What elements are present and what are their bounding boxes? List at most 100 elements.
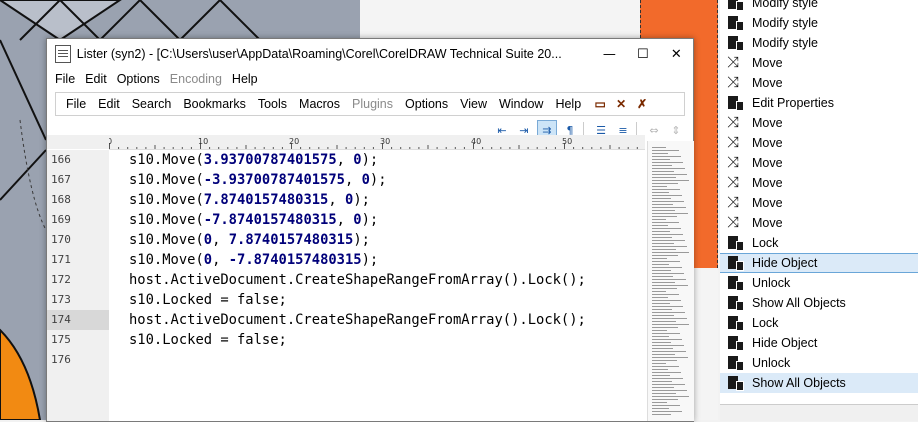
doc-icon bbox=[727, 355, 744, 371]
minimap-line bbox=[652, 372, 681, 373]
minimap-line bbox=[652, 276, 673, 277]
menu-edit[interactable]: Edit bbox=[80, 72, 112, 86]
history-item[interactable]: Show All Objects bbox=[720, 373, 918, 393]
restore-window-icon[interactable]: ▭ bbox=[592, 96, 608, 112]
history-item[interactable]: Lock bbox=[720, 313, 918, 333]
code-area[interactable]: s10.Move(3.93700787401575, 0); s10.Move(-… bbox=[109, 150, 647, 421]
history-item[interactable]: Modify style bbox=[720, 0, 918, 13]
history-item[interactable]: Unlock bbox=[720, 273, 918, 293]
code-line[interactable]: s10.Move(-7.8740157480315, 0); bbox=[129, 210, 378, 230]
move-icon: ⤨ bbox=[727, 173, 740, 191]
title-bar[interactable]: Lister (syn2) - [C:\Users\user\AppData\R… bbox=[47, 39, 693, 69]
horizontal-arrows-icon[interactable]: ⇔ bbox=[645, 121, 663, 139]
history-item[interactable]: ⤨ Move bbox=[720, 113, 918, 133]
history-item[interactable]: ⤨ Move bbox=[720, 73, 918, 93]
menu2-view[interactable]: View bbox=[454, 97, 493, 111]
menu2-file[interactable]: File bbox=[60, 97, 92, 111]
code-line[interactable]: s10.Locked = false; bbox=[129, 330, 287, 350]
minimap-line bbox=[652, 303, 670, 304]
menu2-search[interactable]: Search bbox=[126, 97, 178, 111]
minimap-line bbox=[652, 318, 687, 319]
history-item[interactable]: ⤨ Move bbox=[720, 153, 918, 173]
minimap-line bbox=[652, 195, 682, 196]
history-item-label: Modify style bbox=[752, 36, 818, 50]
history-item-label: Show All Objects bbox=[752, 296, 846, 310]
vertical-arrows-icon[interactable]: ⇕ bbox=[667, 121, 685, 139]
code-line[interactable]: s10.Move(3.93700787401575, 0); bbox=[129, 150, 378, 170]
history-item[interactable]: Modify style bbox=[720, 33, 918, 53]
history-item[interactable]: Hide Object bbox=[720, 333, 918, 353]
minimap-line bbox=[652, 279, 686, 280]
history-item[interactable]: Show All Objects bbox=[720, 293, 918, 313]
ruler-label: 10 bbox=[198, 137, 208, 146]
code-line[interactable]: host.ActiveDocument.CreateShapeRangeFrom… bbox=[129, 270, 586, 290]
minimap-line bbox=[652, 321, 676, 322]
line-number: 168 bbox=[51, 193, 71, 206]
history-item-label: Lock bbox=[752, 316, 779, 330]
menu2-macros[interactable]: Macros bbox=[293, 97, 346, 111]
menu2-options[interactable]: Options bbox=[399, 97, 454, 111]
history-item-label: Move bbox=[752, 56, 783, 70]
minimap-line bbox=[652, 162, 683, 163]
minimap-line bbox=[652, 198, 671, 199]
minimap-line bbox=[652, 255, 678, 256]
history-item-label: Move bbox=[752, 216, 783, 230]
minimap-line bbox=[652, 237, 672, 238]
minimap-line bbox=[652, 264, 669, 265]
move-icon: ⤨ bbox=[727, 53, 740, 71]
menu-help[interactable]: Help bbox=[227, 72, 263, 86]
doc-icon bbox=[727, 35, 744, 51]
minimap-line bbox=[652, 150, 679, 151]
menu-options[interactable]: Options bbox=[112, 72, 165, 86]
history-item[interactable]: Unlock bbox=[720, 353, 918, 373]
maximize-button[interactable]: ☐ bbox=[626, 39, 659, 69]
code-line[interactable]: s10.Move(-3.93700787401575, 0); bbox=[129, 170, 387, 190]
history-item[interactable]: ⤨ Move bbox=[720, 173, 918, 193]
minimize-button[interactable]: — bbox=[593, 39, 626, 69]
history-item[interactable]: Lock bbox=[720, 233, 918, 253]
close-all-icon[interactable]: ✗ bbox=[634, 96, 650, 112]
minimap-line bbox=[652, 243, 674, 244]
menu2-bookmarks[interactable]: Bookmarks bbox=[177, 97, 252, 111]
history-item[interactable]: Hide Object bbox=[720, 253, 918, 273]
history-item[interactable]: ⤨ Move bbox=[720, 133, 918, 153]
code-line[interactable]: s10.Move(0, 7.8740157480315); bbox=[129, 230, 370, 250]
history-item-label: Move bbox=[752, 136, 783, 150]
minimap-line bbox=[652, 216, 677, 217]
document-minimap[interactable] bbox=[647, 141, 694, 421]
menu-file[interactable]: File bbox=[50, 72, 80, 86]
minimap-line bbox=[652, 147, 666, 148]
history-item[interactable]: ⤨ Move bbox=[720, 213, 918, 233]
menu2-help[interactable]: Help bbox=[549, 97, 587, 111]
move-icon: ⤨ bbox=[727, 193, 740, 211]
minimap-line bbox=[652, 354, 675, 355]
history-item-label: Move bbox=[752, 156, 783, 170]
menu-encoding[interactable]: Encoding bbox=[165, 72, 227, 86]
minimap-line bbox=[652, 222, 679, 223]
minimap-line bbox=[652, 342, 671, 343]
code-line[interactable]: s10.Locked = false; bbox=[129, 290, 287, 310]
menu2-tools[interactable]: Tools bbox=[252, 97, 293, 111]
code-line[interactable]: s10.Move(7.8740157480315, 0); bbox=[129, 190, 370, 210]
minimap-line bbox=[652, 180, 689, 181]
lister-menu-bar: File Edit Options Encoding Help bbox=[47, 69, 693, 89]
history-item-label: Modify style bbox=[752, 0, 818, 10]
close-document-x-icon[interactable]: ✕ bbox=[613, 96, 629, 112]
line-number: 174 bbox=[47, 310, 109, 330]
history-item[interactable]: ⤨ Move bbox=[720, 193, 918, 213]
code-line[interactable]: s10.Move(0, -7.8740157480315); bbox=[129, 250, 378, 270]
menu2-window[interactable]: Window bbox=[493, 97, 549, 111]
move-icon: ⤨ bbox=[727, 73, 740, 91]
history-item[interactable]: Edit Properties bbox=[720, 93, 918, 113]
history-item[interactable]: Modify style bbox=[720, 13, 918, 33]
menu2-edit[interactable]: Edit bbox=[92, 97, 126, 111]
line-number: 167 bbox=[51, 173, 71, 186]
code-editor[interactable]: 166 167 168 169 170 171 172 173 174 175 176 s10.Mo… bbox=[47, 150, 647, 421]
minimap-line bbox=[652, 159, 670, 160]
close-button[interactable]: ✕ bbox=[660, 39, 693, 69]
code-line[interactable]: host.ActiveDocument.CreateShapeRangeFrom… bbox=[129, 310, 586, 330]
history-item[interactable]: ⤨ Move bbox=[720, 53, 918, 73]
ruler-corner bbox=[47, 135, 109, 149]
menu2-plugins[interactable]: Plugins bbox=[346, 97, 399, 111]
minimap-line bbox=[652, 231, 670, 232]
